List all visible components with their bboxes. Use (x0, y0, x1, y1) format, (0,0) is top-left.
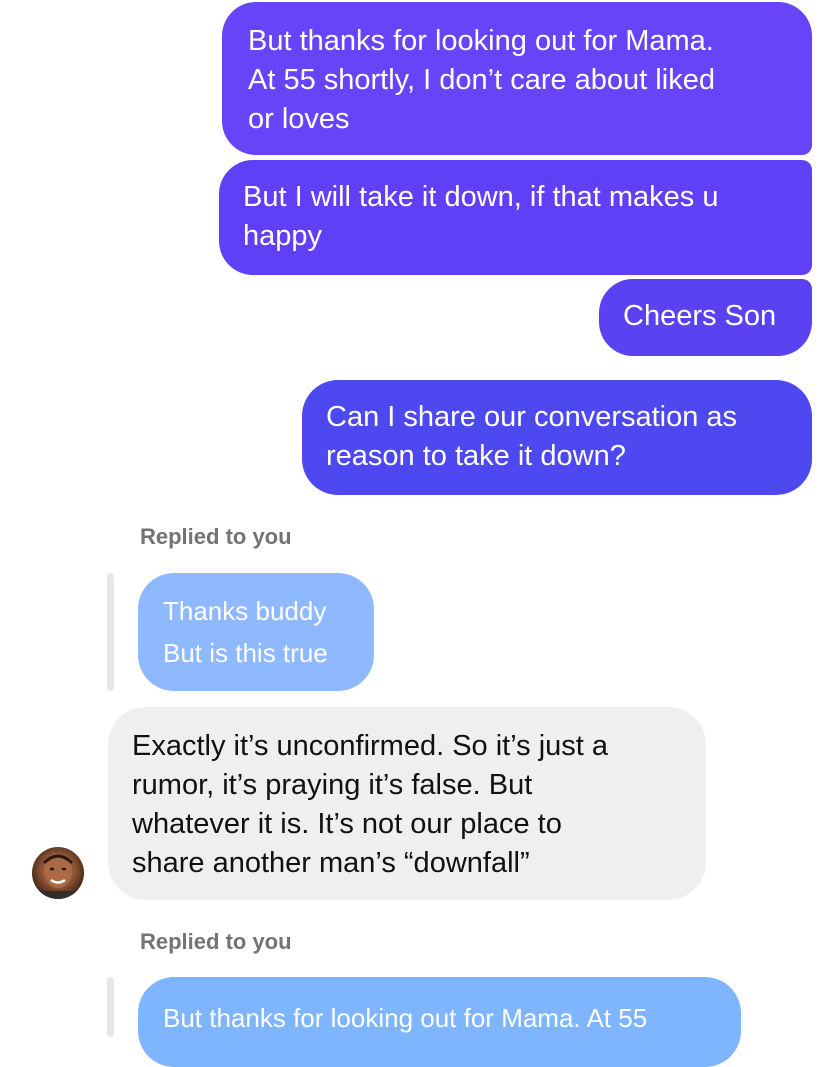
avatar-face-icon (32, 854, 84, 899)
reply-indicator-bar (107, 573, 114, 691)
replied-to-you-label: Replied to you (140, 524, 292, 549)
received-message-1[interactable]: Exactly it’s unconfirmed. So it’s just a… (108, 707, 706, 900)
sent-message-2[interactable]: But I will take it down, if that makes u… (219, 160, 812, 275)
sent-message-4[interactable]: Can I share our conversation as reason t… (302, 380, 812, 495)
sent-message-1[interactable]: But thanks for looking out for Mama. At … (222, 2, 812, 155)
replied-to-you-label-2: Replied to you (140, 929, 292, 954)
quoted-message-1[interactable]: Thanks buddy But is this true (138, 573, 374, 691)
sent-message-3[interactable]: Cheers Son (599, 279, 812, 356)
reply-indicator-bar-2 (107, 977, 114, 1037)
quoted-message-2[interactable]: But thanks for looking out for Mama. At … (138, 977, 741, 1067)
contact-avatar[interactable] (32, 847, 84, 899)
